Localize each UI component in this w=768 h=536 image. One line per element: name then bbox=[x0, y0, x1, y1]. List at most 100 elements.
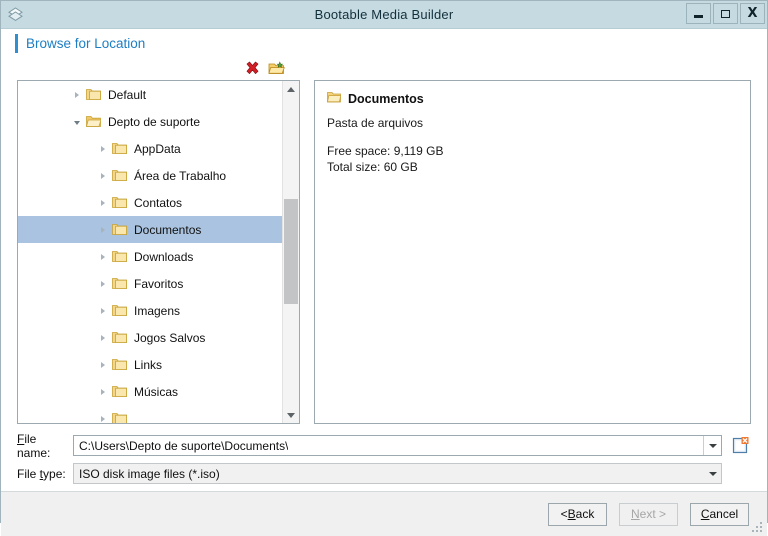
file-name-label: File name: bbox=[17, 431, 51, 460]
tree-vertical-scrollbar[interactable] bbox=[282, 81, 299, 423]
tree-item[interactable] bbox=[18, 405, 283, 423]
page-title: Browse for Location bbox=[26, 35, 146, 51]
folder-icon bbox=[112, 358, 127, 371]
tree-item[interactable]: AppData bbox=[18, 135, 283, 162]
expander-expand-icon[interactable] bbox=[96, 415, 109, 422]
expander-collapse-icon[interactable] bbox=[70, 119, 83, 125]
details-header: Documentos bbox=[327, 91, 738, 106]
expander-expand-icon[interactable] bbox=[70, 91, 83, 98]
tree-item-label: Área de Trabalho bbox=[134, 168, 227, 183]
scrollbar-thumb[interactable] bbox=[284, 199, 298, 304]
tree-item-label: Jogos Salvos bbox=[134, 330, 206, 345]
tree-item[interactable]: Downloads bbox=[18, 243, 283, 270]
tree-item[interactable]: Imagens bbox=[18, 297, 283, 324]
close-button[interactable]: X bbox=[740, 3, 765, 24]
file-name-input[interactable]: C:\Users\Depto de suporte\Documents\ bbox=[73, 435, 722, 456]
details-folder-name: Documentos bbox=[348, 91, 424, 106]
folder-icon bbox=[112, 385, 127, 398]
file-type-row: File type: ISO disk image files (*.iso) bbox=[17, 463, 751, 484]
file-type-value: ISO disk image files (*.iso) bbox=[79, 466, 220, 481]
new-file-icon[interactable] bbox=[730, 435, 751, 456]
tree-item[interactable]: Área de Trabalho bbox=[18, 162, 283, 189]
expander-expand-icon[interactable] bbox=[96, 361, 109, 368]
expander-expand-icon[interactable] bbox=[96, 199, 109, 206]
file-fields: File name: C:\Users\Depto de suporte\Doc… bbox=[17, 431, 751, 484]
expander-expand-icon[interactable] bbox=[96, 307, 109, 314]
tree-item[interactable]: Links bbox=[18, 351, 283, 378]
file-type-label: File type: bbox=[17, 466, 66, 481]
folder-icon bbox=[112, 250, 127, 263]
folder-icon bbox=[85, 115, 102, 128]
tree-item[interactable]: Contatos bbox=[18, 189, 283, 216]
details-total-size: Total size: 60 GB bbox=[327, 160, 418, 174]
tree-item-label: Downloads bbox=[134, 249, 194, 264]
tree-item-label: Músicas bbox=[134, 384, 179, 399]
details-folder-type: Pasta de arquivos bbox=[327, 116, 424, 130]
chevron-down-icon bbox=[287, 412, 295, 418]
file-type-select[interactable]: ISO disk image files (*.iso) bbox=[73, 463, 722, 484]
folder-icon bbox=[112, 412, 127, 423]
folder-icon bbox=[112, 169, 127, 182]
minimize-button[interactable] bbox=[686, 3, 711, 24]
tree-item-label: Default bbox=[108, 87, 147, 102]
tree-item[interactable]: Depto de suporte bbox=[18, 108, 283, 135]
title-bar: Bootable Media Builder X bbox=[1, 1, 767, 29]
chevron-down-icon bbox=[708, 443, 717, 448]
folder-tree-pane[interactable]: Default Depto de suporte AppData Área de Tr… bbox=[17, 80, 300, 424]
file-name-value: C:\Users\Depto de suporte\Documents\ bbox=[79, 438, 289, 453]
expander-expand-icon[interactable] bbox=[96, 172, 109, 179]
maximize-icon bbox=[721, 9, 730, 18]
folder-icon bbox=[112, 142, 127, 155]
window-controls: X bbox=[684, 3, 765, 24]
folder-icon bbox=[112, 223, 127, 236]
tree-item[interactable]: Favoritos bbox=[18, 270, 283, 297]
details-spacer bbox=[327, 131, 738, 143]
scroll-down-button[interactable] bbox=[283, 407, 299, 423]
folder-icon bbox=[112, 304, 127, 317]
triangle-icon bbox=[74, 91, 79, 98]
expander-expand-icon[interactable] bbox=[96, 334, 109, 341]
maximize-button[interactable] bbox=[713, 3, 738, 24]
new-folder-icon[interactable] bbox=[268, 60, 285, 77]
cancel-button[interactable]: Cancel bbox=[690, 502, 749, 526]
tree-item-label: Contatos bbox=[134, 195, 183, 210]
red-x-delete-icon[interactable] bbox=[244, 60, 261, 77]
expander-expand-icon[interactable] bbox=[96, 145, 109, 152]
triangle-icon bbox=[100, 253, 105, 260]
tree-item-label: Imagens bbox=[134, 303, 181, 318]
dialog-body: Default Depto de suporte AppData Área de Tr… bbox=[1, 58, 767, 491]
expander-expand-icon[interactable] bbox=[96, 280, 109, 287]
tree-item-label: AppData bbox=[134, 141, 181, 156]
window-title: Bootable Media Builder bbox=[314, 7, 454, 22]
triangle-icon bbox=[73, 120, 80, 125]
expander-expand-icon[interactable] bbox=[96, 388, 109, 395]
details-free-space: Free space: 9,119 GB bbox=[327, 144, 444, 158]
scroll-up-button[interactable] bbox=[283, 81, 299, 97]
tree-item[interactable]: Músicas bbox=[18, 378, 283, 405]
folder-tree-list[interactable]: Default Depto de suporte AppData Área de Tr… bbox=[18, 81, 283, 423]
tree-item[interactable]: Jogos Salvos bbox=[18, 324, 283, 351]
wizard-footer: < Back Next > Cancel bbox=[1, 491, 767, 536]
expander-expand-icon[interactable] bbox=[96, 226, 109, 233]
expander-expand-icon[interactable] bbox=[96, 253, 109, 260]
folder-icon bbox=[112, 196, 127, 209]
tree-item-label: Favoritos bbox=[134, 276, 184, 291]
triangle-icon bbox=[100, 199, 105, 206]
file-type-dropdown-button[interactable] bbox=[704, 464, 721, 483]
folder-icon bbox=[112, 277, 127, 290]
next-button[interactable]: Next > bbox=[619, 502, 678, 526]
tree-item[interactable]: Documentos bbox=[18, 216, 283, 243]
triangle-icon bbox=[100, 280, 105, 287]
triangle-icon bbox=[100, 307, 105, 314]
file-name-dropdown-button[interactable] bbox=[703, 436, 721, 455]
tree-item[interactable]: Default bbox=[18, 81, 283, 108]
page-header: Browse for Location bbox=[1, 29, 767, 58]
folder-icon bbox=[327, 91, 342, 106]
triangle-icon bbox=[100, 388, 105, 395]
triangle-icon bbox=[100, 172, 105, 179]
back-button[interactable]: < Back bbox=[548, 502, 607, 526]
bootable-media-builder-window: Bootable Media Builder X Browse for Loca… bbox=[0, 0, 768, 536]
tree-item-label: Links bbox=[134, 357, 163, 372]
browser-panes: Default Depto de suporte AppData Área de Tr… bbox=[17, 80, 751, 424]
folder-icon bbox=[86, 88, 101, 101]
